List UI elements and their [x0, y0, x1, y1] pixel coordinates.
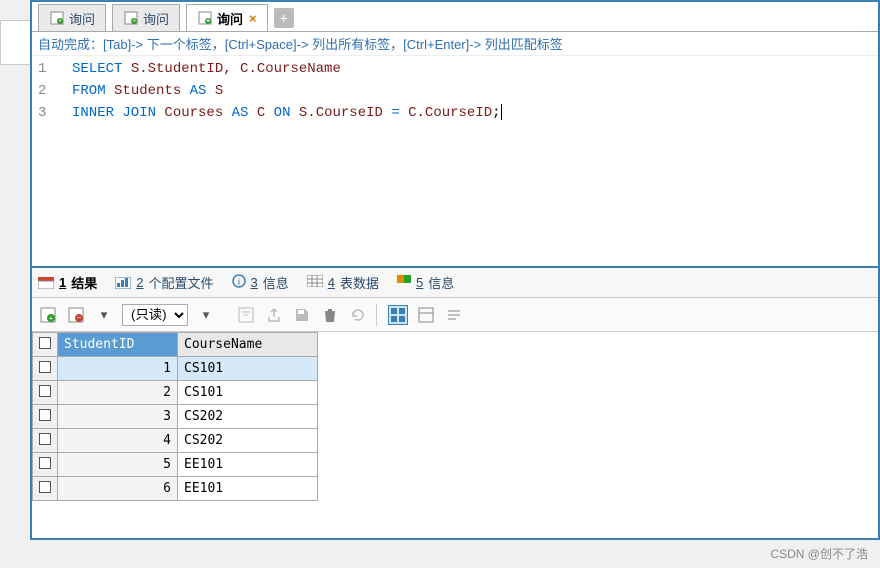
line-gutter: 1 2 3: [32, 56, 72, 266]
tab-label: 询问: [217, 9, 243, 28]
table-row[interactable]: 2CS101: [33, 381, 318, 405]
sql-icon: +: [123, 10, 139, 26]
flag-icon: [397, 275, 411, 290]
watermark: CSDN @创不了浩: [770, 545, 868, 562]
info-icon: i: [232, 274, 246, 291]
close-icon[interactable]: ×: [249, 11, 257, 26]
sql-editor[interactable]: 1 2 3 SELECT S.StudentID, C.CourseNameFR…: [32, 56, 878, 266]
result-tab-strip: 1 结果 2 个配置文件 i 3 信息 4 表数据 5 信息: [32, 266, 878, 298]
cell-studentid[interactable]: 3: [58, 405, 178, 429]
readonly-select[interactable]: (只读): [122, 304, 188, 326]
export-icon[interactable]: [264, 305, 284, 325]
result-tab-info[interactable]: i 3 信息: [232, 273, 289, 292]
editor-tab-strip: + 询问 + 询问 + 询问 × +: [32, 2, 878, 32]
cell-coursename[interactable]: EE101: [178, 477, 318, 501]
cell-studentid[interactable]: 2: [58, 381, 178, 405]
tab-label: 询问: [143, 9, 169, 28]
cell-coursename[interactable]: CS202: [178, 405, 318, 429]
table-icon: [307, 275, 323, 290]
grid-toolbar: + − ▾ (只读) ▾: [32, 298, 878, 332]
dropdown-icon[interactable]: ▾: [94, 305, 114, 325]
svg-text:i: i: [237, 277, 239, 288]
editor-tab[interactable]: + 询问: [38, 4, 106, 31]
result-tab-results[interactable]: 1 结果: [38, 273, 97, 292]
editor-tab[interactable]: + 询问: [112, 4, 180, 31]
refresh-icon[interactable]: [348, 305, 368, 325]
code-area[interactable]: SELECT S.StudentID, C.CourseNameFROM Stu…: [72, 56, 878, 266]
form-view-icon[interactable]: [416, 305, 436, 325]
grid-view-icon[interactable]: [388, 305, 408, 325]
result-grid[interactable]: StudentID CourseName 1CS1012CS1013CS2024…: [32, 332, 878, 538]
cell-coursename[interactable]: CS202: [178, 429, 318, 453]
cell-coursename[interactable]: CS101: [178, 357, 318, 381]
header-row: StudentID CourseName: [33, 333, 318, 357]
row-checkbox[interactable]: [33, 405, 58, 429]
row-checkbox[interactable]: [33, 429, 58, 453]
table-row[interactable]: 3CS202: [33, 405, 318, 429]
svg-text:+: +: [58, 18, 62, 25]
svg-text:−: −: [77, 313, 82, 322]
results-icon: [38, 277, 54, 289]
column-header-studentid[interactable]: StudentID: [58, 333, 178, 357]
result-tab-profiles[interactable]: 2 个配置文件: [115, 273, 213, 292]
new-tab-button[interactable]: +: [274, 8, 294, 28]
editor-tab-active[interactable]: + 询问 ×: [186, 4, 268, 31]
svg-text:+: +: [132, 18, 136, 25]
tab-label: 询问: [69, 9, 95, 28]
table-row[interactable]: 4CS202: [33, 429, 318, 453]
cell-coursename[interactable]: CS101: [178, 381, 318, 405]
view-dropdown-icon[interactable]: ▾: [196, 305, 216, 325]
cell-studentid[interactable]: 6: [58, 477, 178, 501]
autocomplete-hint: 自动完成：[Tab]-> 下一个标签，[Ctrl+Space]-> 列出所有标签…: [32, 32, 878, 56]
delete-row-button[interactable]: −: [66, 305, 86, 325]
add-row-button[interactable]: +: [38, 305, 58, 325]
svg-text:+: +: [206, 18, 210, 25]
trash-icon[interactable]: [320, 305, 340, 325]
sql-icon: +: [197, 10, 213, 26]
cell-studentid[interactable]: 1: [58, 357, 178, 381]
svg-text:+: +: [49, 314, 54, 323]
cell-studentid[interactable]: 5: [58, 453, 178, 477]
row-checkbox[interactable]: [33, 477, 58, 501]
save-icon[interactable]: [292, 305, 312, 325]
cell-coursename[interactable]: EE101: [178, 453, 318, 477]
profile-icon: [115, 277, 131, 289]
table-row[interactable]: 1CS101: [33, 357, 318, 381]
row-checkbox[interactable]: [33, 357, 58, 381]
table-row[interactable]: 5EE101: [33, 453, 318, 477]
result-tab-tabledata[interactable]: 4 表数据: [307, 273, 379, 292]
filter-icon[interactable]: [236, 305, 256, 325]
row-checkbox[interactable]: [33, 381, 58, 405]
sql-icon: +: [49, 10, 65, 26]
row-checkbox[interactable]: [33, 453, 58, 477]
result-tab-info2[interactable]: 5 信息: [397, 273, 454, 292]
column-header-coursename[interactable]: CourseName: [178, 333, 318, 357]
cell-studentid[interactable]: 4: [58, 429, 178, 453]
text-view-icon[interactable]: [444, 305, 464, 325]
table-row[interactable]: 6EE101: [33, 477, 318, 501]
select-all-checkbox[interactable]: [33, 333, 58, 357]
